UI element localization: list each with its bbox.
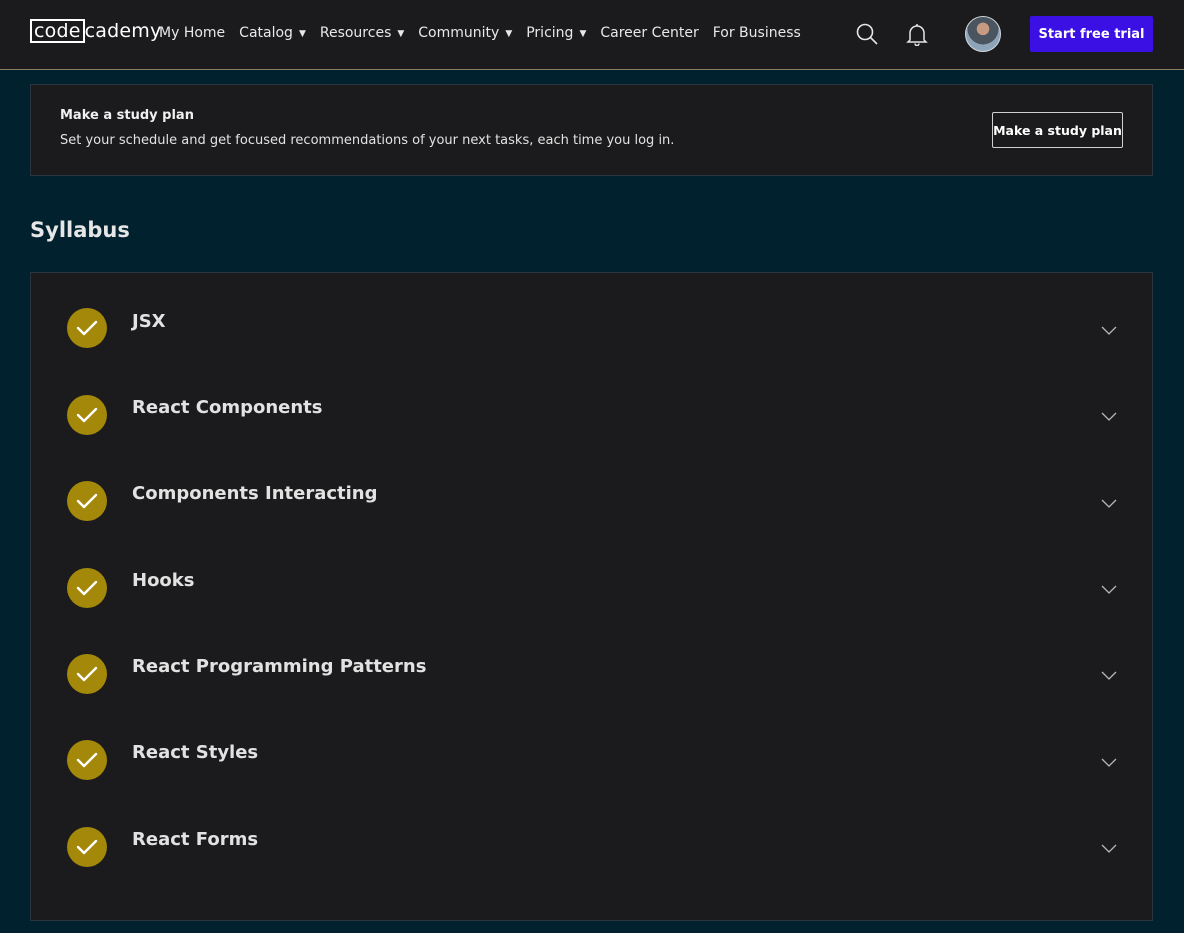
module-title: Components Interacting	[132, 483, 378, 504]
completed-check-icon	[67, 481, 107, 521]
user-avatar[interactable]	[965, 16, 1001, 52]
module-title: Hooks	[132, 570, 195, 591]
chevron-down-icon[interactable]	[1101, 326, 1117, 336]
completed-check-icon	[67, 308, 107, 348]
completed-check-icon	[67, 740, 107, 780]
syllabus-module-react-styles[interactable]: React Styles	[31, 704, 1152, 790]
chevron-down-icon[interactable]	[1101, 758, 1117, 768]
start-free-trial-button[interactable]: Start free trial	[1030, 16, 1153, 52]
search-icon[interactable]	[855, 22, 879, 46]
study-plan-title: Make a study plan	[60, 108, 194, 123]
chevron-down-icon[interactable]	[1101, 412, 1117, 422]
chevron-down-icon[interactable]	[1101, 499, 1117, 509]
nav-item-resources[interactable]: Resources ▼	[320, 21, 404, 44]
nav-label: Catalog	[239, 24, 293, 41]
caret-down-icon: ▼	[505, 29, 513, 39]
syllabus-panel: JSX React Components Components Interact…	[30, 272, 1153, 921]
nav-item-my-home[interactable]: My Home	[159, 21, 225, 44]
chevron-down-icon[interactable]	[1101, 844, 1117, 854]
nav-label: Career Center	[600, 24, 699, 41]
study-plan-banner: Make a study plan Set your schedule and …	[30, 84, 1153, 176]
main-nav: My Home Catalog ▼ Resources ▼ Community ▼ P…	[159, 21, 815, 44]
nav-label: Pricing	[526, 24, 574, 41]
chevron-down-icon[interactable]	[1101, 585, 1117, 595]
syllabus-module-hooks[interactable]: Hooks	[31, 532, 1152, 618]
nav-item-community[interactable]: Community ▼	[418, 21, 512, 44]
module-title: React Components	[132, 397, 323, 418]
syllabus-module-react-components[interactable]: React Components	[31, 359, 1152, 445]
syllabus-module-react-forms[interactable]: React Forms	[31, 791, 1152, 877]
caret-down-icon: ▼	[397, 29, 405, 39]
syllabus-module-components-interacting[interactable]: Components Interacting	[31, 446, 1152, 532]
module-title: JSX	[132, 311, 166, 332]
codecademy-logo[interactable]: code cademy	[30, 19, 161, 43]
syllabus-module-jsx[interactable]: JSX	[31, 273, 1152, 359]
study-plan-description: Set your schedule and get focused recomm…	[60, 133, 675, 148]
nav-label: Community	[418, 24, 500, 41]
syllabus-heading: Syllabus	[30, 218, 130, 242]
logo-rest-text: cademy	[84, 20, 162, 42]
nav-item-catalog[interactable]: Catalog ▼	[239, 21, 306, 44]
nav-label: For Business	[712, 24, 801, 41]
nav-item-pricing[interactable]: Pricing ▼	[526, 21, 586, 44]
make-study-plan-button[interactable]: Make a study plan	[992, 112, 1123, 148]
completed-check-icon	[67, 395, 107, 435]
nav-item-for-business[interactable]: For Business	[713, 21, 801, 44]
nav-item-career-center[interactable]: Career Center	[600, 21, 698, 44]
module-title: React Styles	[132, 742, 259, 763]
chevron-down-icon[interactable]	[1101, 671, 1117, 681]
bell-icon[interactable]	[906, 22, 928, 46]
caret-down-icon: ▼	[298, 29, 306, 39]
top-navigation-bar: code cademy My Home Catalog ▼ Resources ▼ C…	[0, 0, 1184, 70]
caret-down-icon: ▼	[579, 29, 587, 39]
completed-check-icon	[67, 827, 107, 867]
completed-check-icon	[67, 654, 107, 694]
module-title: React Programming Patterns	[132, 656, 427, 677]
nav-label: My Home	[159, 24, 226, 41]
completed-check-icon	[67, 568, 107, 608]
module-title: React Forms	[132, 829, 259, 850]
logo-boxed-text: code	[30, 19, 85, 43]
nav-label: Resources	[319, 24, 392, 41]
syllabus-module-react-programming-patterns[interactable]: React Programming Patterns	[31, 618, 1152, 704]
